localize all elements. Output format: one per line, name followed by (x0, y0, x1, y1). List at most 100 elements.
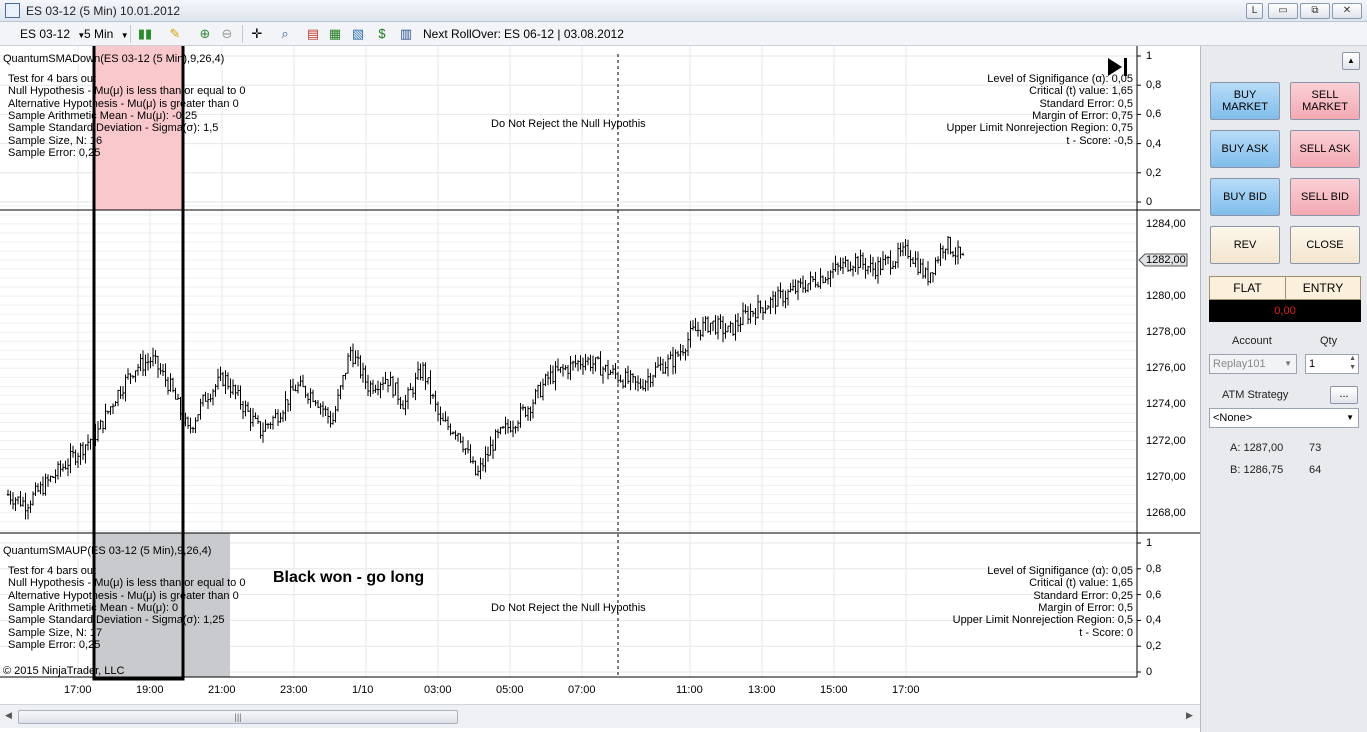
price-bar (946, 235, 950, 255)
interval-label: 5 Min (84, 27, 114, 41)
price-bar (396, 377, 400, 405)
crosshair-icon[interactable]: ✛ (248, 25, 266, 43)
price-bar (661, 358, 665, 375)
stat-line: Sample Size, N: 16 (8, 134, 103, 147)
price-bar (599, 351, 602, 376)
price-bar (211, 388, 215, 406)
bar-type-icon[interactable]: ▮▮ (136, 25, 154, 43)
price-bar (344, 372, 347, 380)
sell-bid-button[interactable]: SELL BID (1290, 178, 1360, 216)
y-tick-label: 0,8 (1146, 79, 1162, 92)
price-bar (354, 350, 357, 365)
price-bar (264, 419, 267, 432)
price-bar (799, 278, 802, 288)
atm-browse-button[interactable]: ... (1330, 386, 1358, 404)
price-bar (499, 426, 502, 435)
price-bar (614, 363, 617, 379)
price-bar (951, 250, 955, 258)
price-bar (259, 421, 262, 439)
zoom-out-icon[interactable]: ⊖ (218, 25, 236, 43)
strategies-icon[interactable]: ▧ (349, 25, 367, 43)
chart-trader-icon[interactable]: ▤ (304, 25, 322, 43)
price-bar (144, 354, 147, 377)
price-bar (324, 405, 327, 417)
price-bar (811, 276, 815, 282)
stat-line: Level of Signifigance (α): 0,05 (987, 565, 1133, 577)
stat-line: Margin of Error: 0,5 (1038, 601, 1133, 614)
price-bar (86, 434, 90, 451)
dollar-icon[interactable]: $ (373, 25, 391, 43)
price-bar (851, 265, 855, 277)
price-bar (541, 378, 545, 401)
price-bar (856, 256, 860, 275)
last-price-label: 1282,00 (1146, 254, 1186, 266)
price-bar (224, 370, 227, 394)
indicators-icon[interactable]: ▦ (326, 25, 344, 43)
sell-ask-button[interactable]: SELL ASK (1290, 130, 1360, 168)
price-bar (169, 373, 172, 392)
price-bar (326, 407, 330, 424)
price-bar (619, 374, 622, 383)
zoom-in-icon[interactable]: ⊕ (196, 25, 214, 43)
price-bar (931, 272, 935, 283)
ask-price: A: 1287,00 (1230, 442, 1284, 454)
stat-line: Null Hypothesis - Mu(μ) is less than or … (8, 577, 246, 590)
pencil-draw-icon[interactable]: ✎ (166, 25, 184, 43)
atm-strategy-select[interactable]: <None> ▼ (1209, 408, 1359, 428)
top-indicator-label: QuantumSMADown(ES 03-12 (5 Min),9,26,4) (3, 53, 225, 65)
price-bar (366, 374, 370, 397)
chevron-down-icon: ▼ (120, 31, 129, 40)
scroll-thumb[interactable]: ||| (18, 710, 458, 724)
price-bar (909, 250, 912, 268)
price-bar (906, 239, 910, 259)
properties-icon[interactable]: ▥ (397, 25, 415, 43)
stepper-arrows-icon[interactable]: ▲ ▼ (1349, 354, 1356, 372)
scroll-left-icon[interactable]: ◀ (5, 710, 12, 721)
close-window-button[interactable]: ✕ (1332, 3, 1362, 19)
price-bar (549, 364, 552, 385)
horizontal-scrollbar[interactable]: ◀ ||| ▶ (0, 704, 1200, 728)
price-bar (444, 411, 447, 422)
close-position-button[interactable]: CLOSE (1290, 226, 1360, 264)
price-bar (399, 396, 402, 409)
chart-area[interactable]: QuantumSMADown(ES 03-12 (5 Min),9,26,4) … (0, 46, 1200, 704)
price-bar (711, 320, 715, 332)
price-bar (191, 426, 195, 433)
instrument-selector[interactable]: ES 03-12 ▼ (20, 27, 85, 41)
bottom-center-text: Do Not Reject the Null Hypothis (491, 602, 646, 614)
price-bar (26, 503, 30, 520)
y-tick-label: 0,6 (1146, 108, 1162, 121)
price-bar (829, 270, 832, 288)
price-bar (9, 490, 12, 505)
pnl-display: 0,00 (1209, 300, 1361, 322)
qty-label: Qty (1320, 335, 1338, 347)
account-select[interactable]: Replay101 ▼ (1209, 354, 1297, 374)
reverse-button[interactable]: REV (1210, 226, 1280, 264)
sell-market-button[interactable]: SELL MARKET (1290, 82, 1360, 120)
buy-bid-button[interactable]: BUY BID (1210, 178, 1280, 216)
restore-button[interactable]: ⧉ (1300, 3, 1330, 19)
price-bar (459, 433, 462, 444)
x-tick-label: 23:00 (280, 684, 308, 696)
price-bar (21, 496, 25, 507)
scroll-right-icon[interactable]: ▶ (1186, 710, 1193, 721)
price-bar (321, 401, 325, 418)
price-bar (381, 376, 385, 391)
price-bar (114, 401, 117, 407)
interval-selector[interactable]: 5 Min ▼ (84, 27, 129, 41)
price-bar (126, 368, 130, 380)
panel-collapse-button[interactable]: ▲ (1342, 52, 1360, 70)
buy-market-button[interactable]: BUY MARKET (1210, 82, 1280, 120)
price-bar (901, 242, 905, 257)
stat-line: Sample Arithmetic Mean - Mu(μ): -0,25 (8, 109, 198, 122)
price-bar (24, 492, 27, 520)
qty-stepper[interactable]: 1 ▲ ▼ (1305, 354, 1359, 374)
price-bar (486, 446, 490, 462)
minimize-button[interactable]: ▭ (1268, 3, 1298, 19)
help-button[interactable]: L (1246, 3, 1263, 19)
price-bar (249, 407, 252, 431)
price-bar (641, 379, 645, 391)
buy-ask-button[interactable]: BUY ASK (1210, 130, 1280, 168)
price-bar (346, 353, 350, 374)
magnifier-icon[interactable]: ⌕ (276, 25, 294, 43)
